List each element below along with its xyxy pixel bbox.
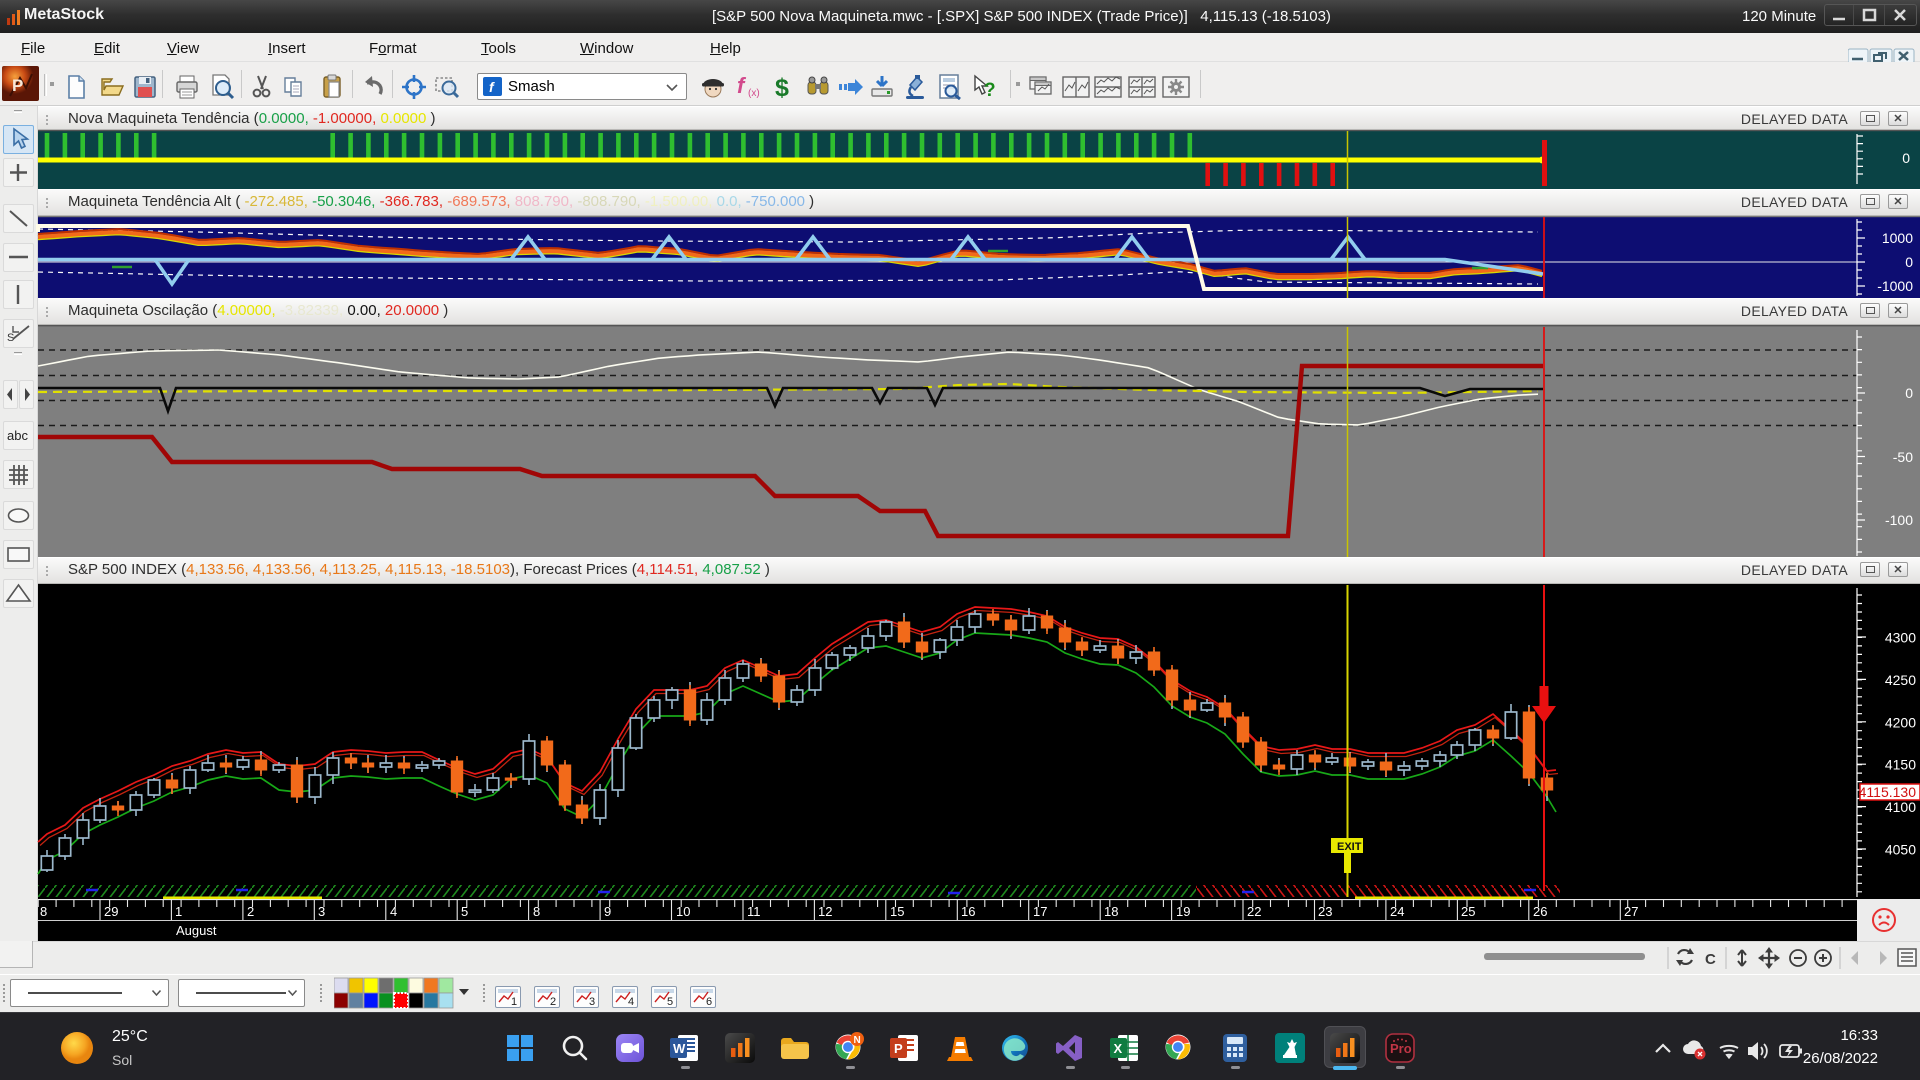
svg-text:W: W (673, 1041, 686, 1056)
svg-text:25: 25 (1461, 904, 1475, 919)
svg-text:2: 2 (247, 904, 254, 919)
svg-text:24: 24 (1390, 904, 1404, 919)
svg-text:18: 18 (1104, 904, 1118, 919)
svg-text:4150: 4150 (1885, 757, 1916, 773)
svg-text:8: 8 (40, 904, 47, 919)
svg-text:6: 6 (706, 996, 712, 1008)
svg-text:8: 8 (533, 904, 540, 919)
svg-text:(x): (x) (748, 88, 760, 99)
svg-text:1000: 1000 (1882, 230, 1913, 246)
svg-text:19: 19 (1176, 904, 1190, 919)
svg-text:N: N (854, 1035, 861, 1046)
svg-text:27: 27 (1624, 904, 1638, 919)
svg-text:Pro: Pro (1390, 1041, 1412, 1056)
svg-text:22: 22 (1247, 904, 1261, 919)
svg-text:X: X (1114, 1041, 1123, 1056)
svg-text:4300: 4300 (1885, 630, 1916, 646)
svg-text:3: 3 (318, 904, 325, 919)
svg-text:2: 2 (550, 996, 556, 1008)
svg-text:3: 3 (589, 996, 595, 1008)
svg-text:P: P (12, 76, 23, 95)
svg-text:4200: 4200 (1885, 714, 1916, 730)
svg-text:16: 16 (961, 904, 975, 919)
svg-text:4: 4 (390, 904, 397, 919)
svg-text:4250: 4250 (1885, 672, 1916, 688)
svg-text:1: 1 (511, 996, 517, 1008)
svg-text:29: 29 (104, 904, 118, 919)
svg-text:C: C (1705, 951, 1716, 968)
svg-text:P: P (894, 1041, 903, 1056)
svg-text:4: 4 (628, 996, 634, 1008)
svg-text:17: 17 (1033, 904, 1047, 919)
svg-text:0: 0 (1905, 385, 1913, 401)
svg-text:5: 5 (667, 996, 673, 1008)
svg-text:-100: -100 (1885, 512, 1913, 528)
svg-text:15: 15 (890, 904, 904, 919)
svg-text:EXIT: EXIT (1337, 841, 1362, 853)
svg-text:23: 23 (1318, 904, 1332, 919)
svg-text:$: $ (775, 74, 789, 100)
svg-text:-1000: -1000 (1877, 278, 1913, 294)
svg-text:0: 0 (1905, 254, 1913, 270)
svg-text:August: August (176, 923, 217, 938)
svg-text:-50: -50 (1893, 449, 1913, 465)
svg-text:4100: 4100 (1885, 799, 1916, 815)
svg-text:f: f (737, 74, 747, 98)
svg-text:?: ? (984, 80, 996, 100)
svg-text:5: 5 (461, 904, 468, 919)
svg-text:11: 11 (747, 904, 761, 919)
svg-text:4050: 4050 (1885, 842, 1916, 858)
svg-text:9: 9 (604, 904, 611, 919)
svg-text:12: 12 (818, 904, 832, 919)
svg-text:26: 26 (1533, 904, 1547, 919)
svg-text:1: 1 (175, 904, 182, 919)
svg-text:4115.130: 4115.130 (1859, 784, 1917, 800)
svg-text:10: 10 (676, 904, 690, 919)
svg-text:0: 0 (1902, 150, 1910, 166)
